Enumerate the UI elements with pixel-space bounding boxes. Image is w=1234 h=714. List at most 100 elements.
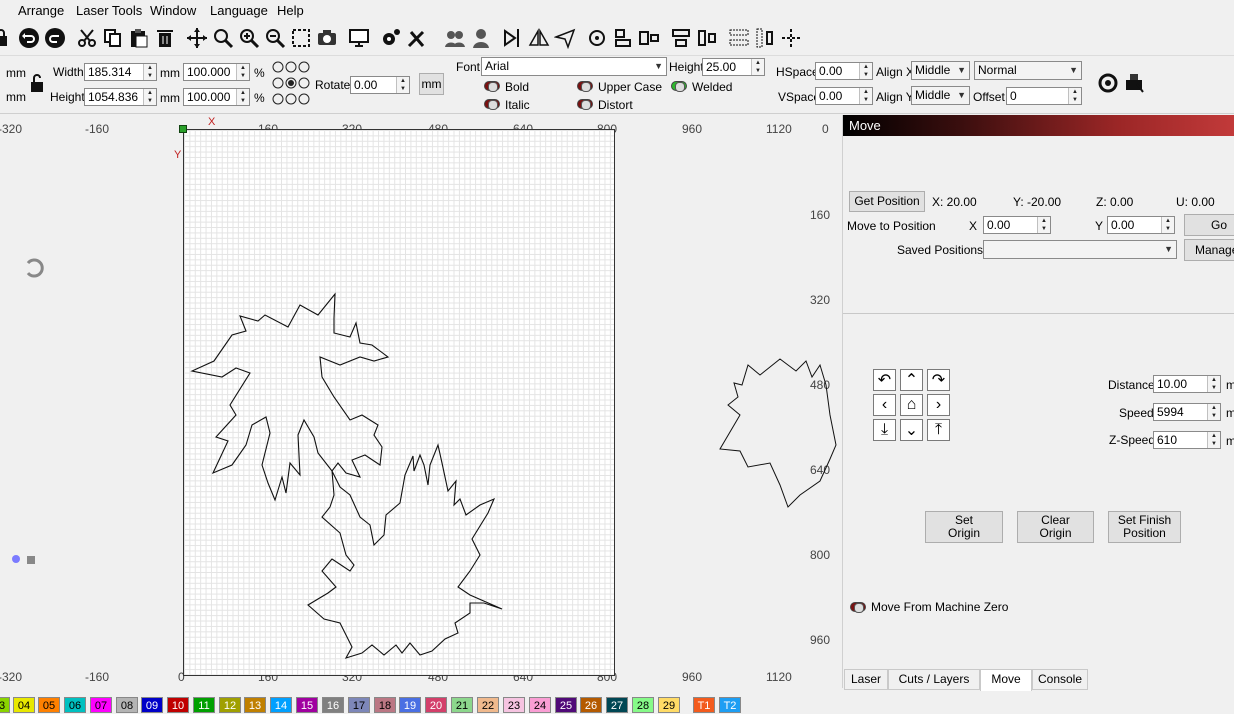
home-icon[interactable]: ⌂	[900, 394, 923, 416]
font-height-input[interactable]: 25.00 ▲ ▼	[702, 58, 765, 76]
layer-swatch[interactable]: 27	[606, 697, 628, 713]
jog-right-icon[interactable]: ›	[927, 394, 950, 416]
layer-swatch[interactable]: 20	[425, 697, 447, 713]
font-select[interactable]: Arial ▼	[481, 57, 667, 76]
layer-swatch[interactable]: 04	[13, 697, 35, 713]
layer-swatch[interactable]: T1	[693, 697, 715, 713]
layer-swatch[interactable]: 05	[38, 697, 60, 713]
tab-laser[interactable]: Laser	[844, 669, 888, 690]
camera-icon[interactable]	[314, 25, 340, 51]
layer-swatch[interactable]: 21	[451, 697, 473, 713]
move-x-input[interactable]: 0.00 ▲ ▼	[983, 216, 1051, 234]
layer-swatch[interactable]: 07	[90, 697, 112, 713]
layer-swatch[interactable]: 11	[193, 697, 215, 713]
distribute-icon[interactable]	[668, 25, 694, 51]
mirror-icon[interactable]	[526, 25, 552, 51]
layer-swatch[interactable]: 18	[374, 697, 396, 713]
hspace-input[interactable]: 0.00 ▲ ▼	[815, 62, 873, 80]
layer-swatch[interactable]: 09	[141, 697, 163, 713]
z-up-icon[interactable]: ⤒	[927, 419, 950, 441]
align-icon[interactable]	[610, 25, 636, 51]
alignx-select[interactable]: Middle ▼	[911, 61, 970, 80]
move-y-input[interactable]: 0.00 ▲ ▼	[1107, 216, 1175, 234]
jog-up-icon[interactable]: ⌃	[900, 369, 923, 391]
cut-icon[interactable]	[74, 25, 100, 51]
distort-toggle[interactable]	[577, 99, 593, 110]
delete-icon[interactable]	[152, 25, 178, 51]
jog-left-icon[interactable]: ‹	[873, 394, 896, 416]
tab-console[interactable]: Console	[1032, 669, 1088, 690]
z-down-icon[interactable]: ⤓	[873, 419, 896, 441]
layer-swatch[interactable]: 15	[296, 697, 318, 713]
menu-laser-tools[interactable]: Laser Tools	[76, 3, 142, 18]
speed-input[interactable]: 5994 ▲ ▼	[1153, 403, 1221, 421]
set-finish-position-button[interactable]: Set Finish Position	[1108, 511, 1181, 543]
undo-icon[interactable]	[16, 25, 42, 51]
menu-window[interactable]: Window	[150, 3, 196, 18]
set-origin-button[interactable]: Set Origin	[925, 511, 1003, 543]
align-center-icon[interactable]	[636, 25, 662, 51]
manage-button[interactable]: Manage	[1184, 239, 1234, 261]
group-icon[interactable]	[442, 25, 468, 51]
bold-toggle[interactable]	[484, 81, 500, 92]
layer-swatch[interactable]: 24	[529, 697, 551, 713]
layer-swatch[interactable]: 16	[322, 697, 344, 713]
layer-swatch[interactable]: T2	[719, 697, 741, 713]
saved-positions-select[interactable]: ▼	[983, 240, 1177, 259]
rotate-cw-icon[interactable]: ↷	[927, 369, 950, 391]
layer-swatch[interactable]: 17	[348, 697, 370, 713]
width-input[interactable]: 185.314 ▲ ▼	[84, 63, 157, 81]
copy-icon[interactable]	[100, 25, 126, 51]
italic-toggle[interactable]	[484, 99, 500, 110]
send-icon[interactable]	[552, 25, 578, 51]
unit-toggle-button[interactable]: mm	[419, 73, 444, 95]
menu-help[interactable]: Help	[277, 3, 304, 18]
rotate-ccw-icon[interactable]: ↶	[873, 369, 896, 391]
zoom-in-icon[interactable]	[236, 25, 262, 51]
monitor-icon[interactable]	[346, 25, 372, 51]
layer-swatch[interactable]: 29	[658, 697, 680, 713]
offset-input[interactable]: 0 ▲ ▼	[1006, 87, 1082, 105]
height-input[interactable]: 1054.836 ▲ ▼	[84, 88, 157, 106]
zspeed-input[interactable]: 610 ▲ ▼	[1153, 431, 1221, 449]
layer-swatch[interactable]: 14	[270, 697, 292, 713]
flip-horizontal-icon[interactable]	[500, 25, 526, 51]
distribute-v-icon[interactable]	[694, 25, 720, 51]
laser-machine-icon[interactable]	[1121, 70, 1147, 96]
welded-toggle[interactable]	[671, 81, 687, 92]
layer-swatch[interactable]: 06	[64, 697, 86, 713]
layer-swatch[interactable]: 10	[167, 697, 189, 713]
leaf-drawings[interactable]	[0, 115, 838, 688]
layer-swatch[interactable]: 13	[244, 697, 266, 713]
lock-icon[interactable]	[0, 25, 14, 51]
layer-swatch[interactable]: 22	[477, 697, 499, 713]
get-position-button[interactable]: Get Position	[849, 191, 925, 212]
layer-swatch[interactable]: 28	[632, 697, 654, 713]
settings-icon[interactable]	[378, 25, 404, 51]
tools-icon[interactable]	[404, 25, 430, 51]
tab-cuts-layers[interactable]: Cuts / Layers	[888, 669, 980, 690]
aspect-lock-icon[interactable]	[24, 70, 50, 96]
anchor-grid[interactable]	[271, 59, 313, 109]
redo-icon[interactable]	[42, 25, 68, 51]
scale-width-input[interactable]: 100.000 ▲ ▼	[183, 63, 250, 81]
move-from-zero-toggle[interactable]	[850, 602, 866, 613]
zoom-out-icon[interactable]	[262, 25, 288, 51]
space-h-icon[interactable]	[726, 25, 752, 51]
layer-swatch[interactable]: 19	[399, 697, 421, 713]
crosshair-icon[interactable]	[778, 25, 804, 51]
design-canvas[interactable]: -320 -160 160 320 480 640 800 960 1120 -…	[0, 115, 838, 688]
scale-height-input[interactable]: 100.000 ▲ ▼	[183, 88, 250, 106]
go-button[interactable]: Go	[1184, 214, 1234, 236]
layer-swatch[interactable]: 26	[580, 697, 602, 713]
target-icon[interactable]	[584, 25, 610, 51]
menu-language[interactable]: Language	[210, 3, 268, 18]
layer-swatch[interactable]: 25	[555, 697, 577, 713]
rotate-input[interactable]: 0.00 ▲ ▼	[350, 76, 410, 94]
tab-move[interactable]: Move	[980, 669, 1032, 691]
menu-arrange[interactable]: Arrange	[18, 3, 64, 18]
jog-down-icon[interactable]: ⌄	[900, 419, 923, 441]
vspace-input[interactable]: 0.00 ▲ ▼	[815, 87, 873, 105]
preview-icon[interactable]	[1095, 70, 1121, 96]
layer-swatch[interactable]: 08	[116, 697, 138, 713]
